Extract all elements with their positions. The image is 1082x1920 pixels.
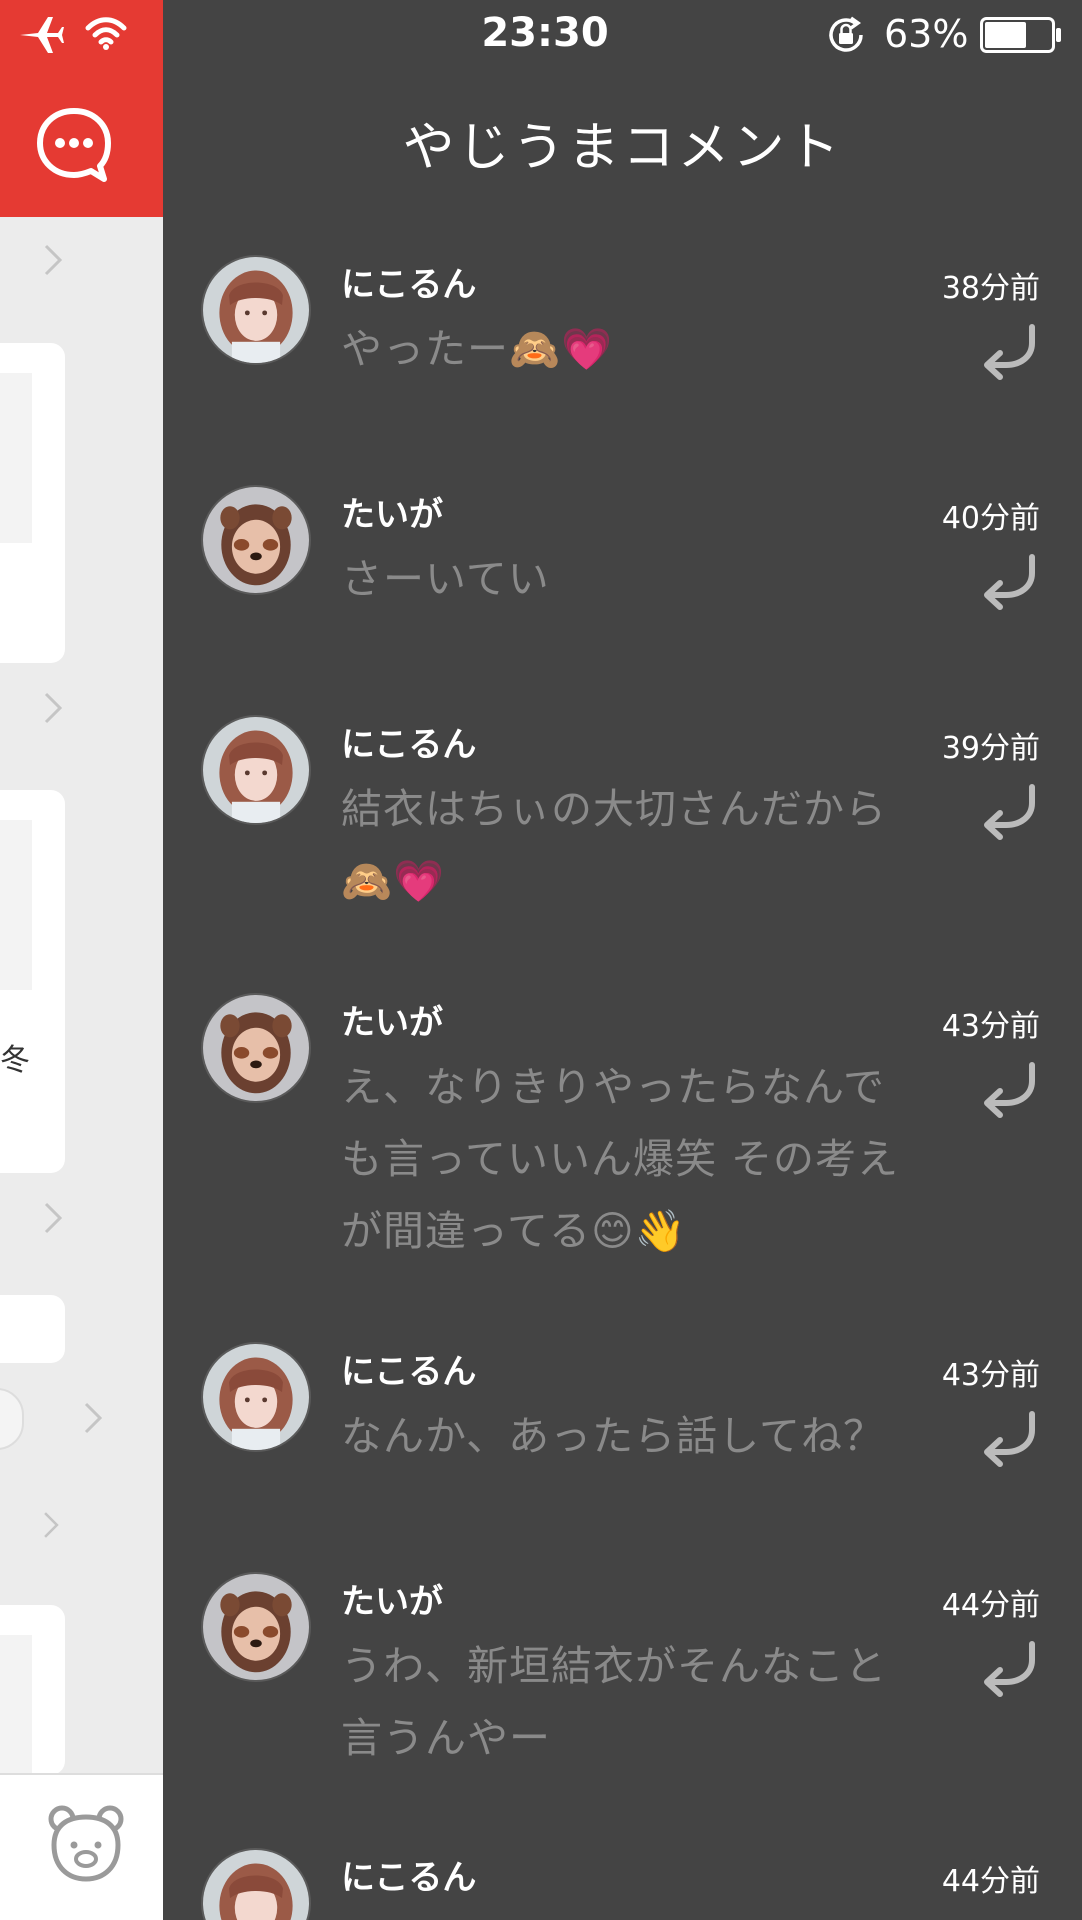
chevron-right-icon[interactable] (40, 1198, 66, 1238)
airplane-icon (20, 17, 64, 53)
comment-timestamp: 38分前 (941, 271, 1040, 306)
chevron-right-icon[interactable] (40, 688, 66, 728)
avatar-taiga-icon (203, 1574, 309, 1680)
comment-text: え、なりきりやったらなんでも言っていいん爆笑 その考えが間違ってる😊👋 (341, 1063, 899, 1255)
comment-text: なんか、あったら話してね？ (341, 1412, 885, 1460)
left-panel-card[interactable] (0, 1295, 65, 1363)
chevron-right-icon[interactable] (40, 240, 66, 280)
battery-percent: 63% (884, 12, 969, 56)
reply-icon[interactable] (976, 1408, 1042, 1470)
wifi-icon (85, 17, 127, 50)
page-title: やじうまコメント (402, 118, 843, 178)
left-panel-card[interactable] (0, 1605, 65, 1775)
comment-username[interactable]: にこるん (341, 1344, 476, 1393)
left-panel-partial-text: 冬 (0, 1043, 30, 1078)
left-panel-tabbar (0, 1773, 163, 1920)
avatar[interactable] (201, 1572, 311, 1682)
rotation-lock-icon (829, 16, 863, 52)
avatar-nikorun-icon (203, 1344, 309, 1450)
avatar[interactable] (201, 993, 311, 1103)
comment-timestamp: 43分前 (941, 1009, 1040, 1044)
reply-icon[interactable] (976, 551, 1042, 613)
avatar[interactable] (201, 255, 311, 365)
comment-username[interactable]: たいが (341, 995, 443, 1044)
chat-bubble-icon[interactable] (34, 105, 114, 185)
status-bar: 23:30 63% (0, 0, 1082, 70)
comment-timestamp: 44分前 (941, 1864, 1040, 1899)
status-time: 23:30 (481, 10, 609, 56)
avatar-taiga-icon (203, 487, 309, 593)
avatar-nikorun-icon (203, 1850, 309, 1920)
chevron-right-icon[interactable] (40, 1508, 62, 1542)
comment-username[interactable]: にこるん (341, 717, 476, 766)
comment-text: 結衣はちぃの大切さんだから🙈💗 (341, 785, 887, 905)
chevron-right-icon[interactable] (80, 1398, 106, 1438)
left-panel-card[interactable] (0, 790, 65, 1173)
avatar[interactable] (201, 1342, 311, 1452)
comment-username[interactable]: たいが (341, 487, 443, 536)
avatar[interactable] (201, 485, 311, 595)
comment-text: うわ、新垣結衣がそんなこと言うんやー (341, 1642, 887, 1762)
left-panel: 冬 (0, 0, 163, 1920)
comment-timestamp: 44分前 (941, 1588, 1040, 1623)
comment-text: さーいてい (341, 555, 550, 603)
comment-username[interactable]: にこるん (341, 1850, 476, 1899)
comment-username[interactable]: にこるん (341, 257, 476, 306)
avatar-nikorun-icon (203, 717, 309, 823)
reply-icon[interactable] (976, 1059, 1042, 1121)
reply-icon[interactable] (976, 1638, 1042, 1700)
comment-timestamp: 40分前 (941, 501, 1040, 536)
reply-icon[interactable] (976, 321, 1042, 383)
battery-icon (980, 17, 1061, 53)
left-panel-card[interactable] (0, 343, 65, 663)
comment-timestamp: 39分前 (941, 731, 1040, 766)
reply-icon[interactable] (976, 781, 1042, 843)
comment-username[interactable]: たいが (341, 1574, 443, 1623)
avatar-nikorun-icon (203, 257, 309, 363)
comment-timestamp: 43分前 (941, 1358, 1040, 1393)
avatar[interactable] (201, 1848, 311, 1920)
avatar[interactable] (201, 715, 311, 825)
avatar-taiga-icon (203, 995, 309, 1101)
left-panel-pill[interactable] (0, 1388, 24, 1450)
bear-icon[interactable] (44, 1801, 128, 1885)
screen: 冬 23:30 63% やじうまコメント にこるん 38分前 やったー🙈💗 たい… (0, 0, 1082, 1920)
comment-text: やったー🙈💗 (341, 325, 614, 373)
